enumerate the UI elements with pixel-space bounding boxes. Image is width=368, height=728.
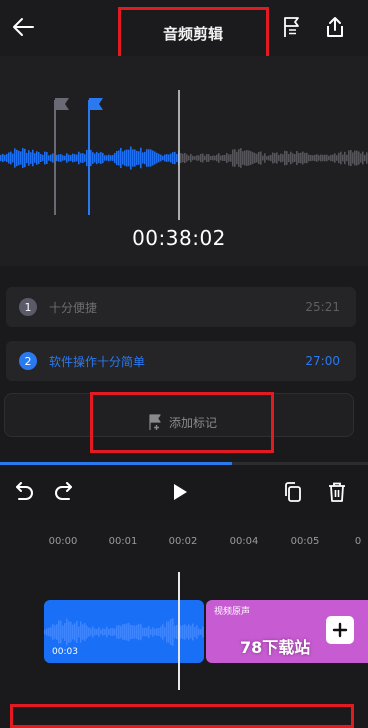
ruler-tick: 0 <box>354 536 362 547</box>
copy-button[interactable] <box>278 477 308 507</box>
ruler-tick: 00:02 <box>168 536 198 547</box>
audio-clip-blue[interactable]: 00:03 <box>44 600 204 663</box>
flag-list-icon <box>284 17 299 37</box>
ruler-tick: 00:01 <box>108 536 138 547</box>
highlight-box-bottom <box>10 704 354 728</box>
redo-button[interactable] <box>50 477 80 507</box>
clip-duration: 00:03 <box>52 647 78 657</box>
marker-label: 软件操作十分简单 <box>49 354 146 369</box>
clip-label: 视频原声 <box>214 607 251 617</box>
ruler-tick: 00:04 <box>229 536 259 547</box>
back-button[interactable] <box>8 12 38 42</box>
marker-time: 27:00 <box>305 354 340 368</box>
trash-icon <box>329 482 345 502</box>
current-time: 00:38:02 <box>132 226 226 250</box>
undo-button[interactable] <box>8 477 38 507</box>
timeline-playhead[interactable] <box>178 572 180 690</box>
marker-index: 1 <box>19 298 37 316</box>
highlight-box-add-marker <box>90 392 274 453</box>
undo-icon <box>16 482 33 500</box>
add-clip-button[interactable] <box>326 616 354 644</box>
marker-time: 25:21 <box>305 300 340 314</box>
copy-icon <box>285 482 301 502</box>
waveform[interactable] <box>0 90 368 220</box>
arrow-left-icon <box>13 18 34 36</box>
marker-label: 十分便捷 <box>49 300 98 315</box>
watermark: 78下载站 <box>240 638 311 657</box>
waveform-unplayed <box>180 148 368 168</box>
marker-list-button[interactable] <box>278 12 306 42</box>
plus-icon <box>332 622 348 638</box>
share-button[interactable] <box>320 12 350 42</box>
redo-icon <box>55 482 72 500</box>
play-icon <box>174 484 187 500</box>
share-upload-icon <box>327 17 343 37</box>
marker-item-1[interactable]: 1 十分便捷 25:21 <box>6 287 356 327</box>
highlight-box-title <box>118 7 269 60</box>
marker-item-2[interactable]: 2 软件操作十分简单 27:00 <box>6 341 356 381</box>
play-button[interactable] <box>165 477 195 507</box>
ruler-tick: 00:05 <box>290 536 320 547</box>
ruler-tick: 00:00 <box>48 536 78 547</box>
delete-button[interactable] <box>322 477 352 507</box>
marker-index: 2 <box>19 352 37 370</box>
